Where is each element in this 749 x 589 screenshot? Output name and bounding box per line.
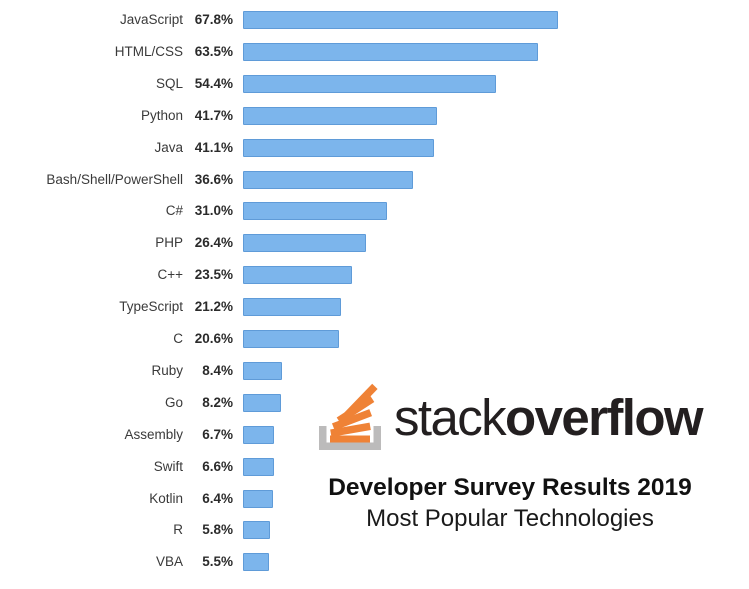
category-label: Ruby bbox=[151, 362, 183, 378]
value-label: 21.2% bbox=[194, 299, 233, 315]
chart-subtitle: Most Popular Technologies bbox=[366, 505, 654, 532]
bar-row: Python 41.7% bbox=[0, 105, 749, 127]
stack-overflow-logo: stack overflow bbox=[316, 382, 726, 454]
bar bbox=[243, 138, 434, 157]
bar bbox=[243, 106, 437, 125]
value-label: 8.4% bbox=[202, 362, 233, 378]
bar-row: Ruby 8.4% bbox=[0, 360, 749, 382]
bar bbox=[243, 202, 388, 221]
bar-track bbox=[243, 106, 743, 125]
wordmark-overflow: overflow bbox=[505, 388, 704, 446]
bar-track bbox=[243, 361, 743, 380]
wordmark-stack: stack bbox=[394, 388, 507, 446]
value-label: 23.5% bbox=[194, 267, 233, 283]
bar-row: PHP 26.4% bbox=[0, 232, 749, 254]
value-label: 26.4% bbox=[194, 235, 233, 251]
category-label: Assembly bbox=[124, 426, 183, 442]
bar bbox=[243, 425, 275, 444]
bar-row: SQL 54.4% bbox=[0, 73, 749, 95]
category-label: TypeScript bbox=[119, 299, 183, 315]
bar-row: C 20.6% bbox=[0, 328, 749, 350]
bar-row: Bash/Shell/PowerShell 36.6% bbox=[0, 169, 749, 191]
category-label: JavaScript bbox=[119, 12, 183, 27]
bar bbox=[243, 234, 366, 253]
bar-track bbox=[243, 330, 743, 348]
value-label: 31.0% bbox=[194, 203, 233, 219]
bar-row: Java 41.1% bbox=[0, 137, 749, 159]
category-label: VBA bbox=[155, 554, 183, 570]
bar bbox=[243, 393, 282, 412]
bar bbox=[243, 11, 558, 29]
category-label: Java bbox=[154, 139, 183, 155]
value-label: 67.8% bbox=[194, 12, 233, 27]
bar bbox=[243, 42, 539, 61]
bar bbox=[243, 298, 342, 317]
category-label: C# bbox=[165, 203, 183, 219]
value-label: 41.1% bbox=[194, 139, 233, 155]
category-label: HTML/CSS bbox=[114, 43, 183, 59]
value-label: 41.7% bbox=[194, 107, 233, 123]
bar-row: JavaScript 67.8% bbox=[0, 9, 749, 31]
bar-track bbox=[243, 170, 743, 189]
stack-overflow-wordmark: stack overflow bbox=[394, 386, 704, 448]
bar-row: C# 31.0% bbox=[0, 200, 749, 222]
category-label: Bash/Shell/PowerShell bbox=[46, 171, 183, 187]
stack-overflow-logo-icon bbox=[316, 382, 388, 452]
category-label: PHP bbox=[155, 235, 183, 251]
bar-track bbox=[243, 11, 743, 29]
bar-track bbox=[243, 234, 743, 253]
bar-track bbox=[243, 202, 743, 221]
category-label: Go bbox=[164, 394, 183, 410]
chart-title: Developer Survey Results 2019 bbox=[328, 474, 692, 501]
bar bbox=[243, 266, 353, 285]
bar bbox=[243, 330, 339, 348]
value-label: 54.4% bbox=[194, 75, 233, 91]
category-label: C bbox=[173, 331, 183, 346]
bar-track bbox=[243, 266, 743, 285]
bar-row: HTML/CSS 63.5% bbox=[0, 41, 749, 63]
bar-row: C++ 23.5% bbox=[0, 264, 749, 286]
bar-row: TypeScript 21.2% bbox=[0, 296, 749, 318]
category-label: SQL bbox=[155, 75, 183, 91]
bar bbox=[243, 361, 283, 380]
value-label: 5.5% bbox=[202, 554, 233, 570]
value-label: 8.2% bbox=[202, 394, 233, 410]
bar-track bbox=[243, 138, 743, 157]
category-label: C++ bbox=[157, 267, 183, 283]
bar-track bbox=[243, 553, 743, 572]
value-label: 36.6% bbox=[194, 171, 233, 187]
value-label: 6.7% bbox=[202, 426, 233, 442]
value-label: 20.6% bbox=[194, 331, 233, 346]
bar bbox=[243, 170, 414, 189]
bar bbox=[243, 553, 269, 572]
bar-track bbox=[243, 42, 743, 61]
bar-row: VBA 5.5% bbox=[0, 551, 749, 573]
category-label: Python bbox=[140, 107, 183, 123]
stackoverflow-survey-bar-chart: JavaScript 67.8% HTML/CSS 63.5% SQL 54.4% Pyth… bbox=[0, 0, 749, 589]
value-label: 63.5% bbox=[194, 43, 233, 59]
bar-track bbox=[243, 74, 743, 93]
bar bbox=[243, 74, 496, 93]
bar-track bbox=[243, 298, 743, 317]
